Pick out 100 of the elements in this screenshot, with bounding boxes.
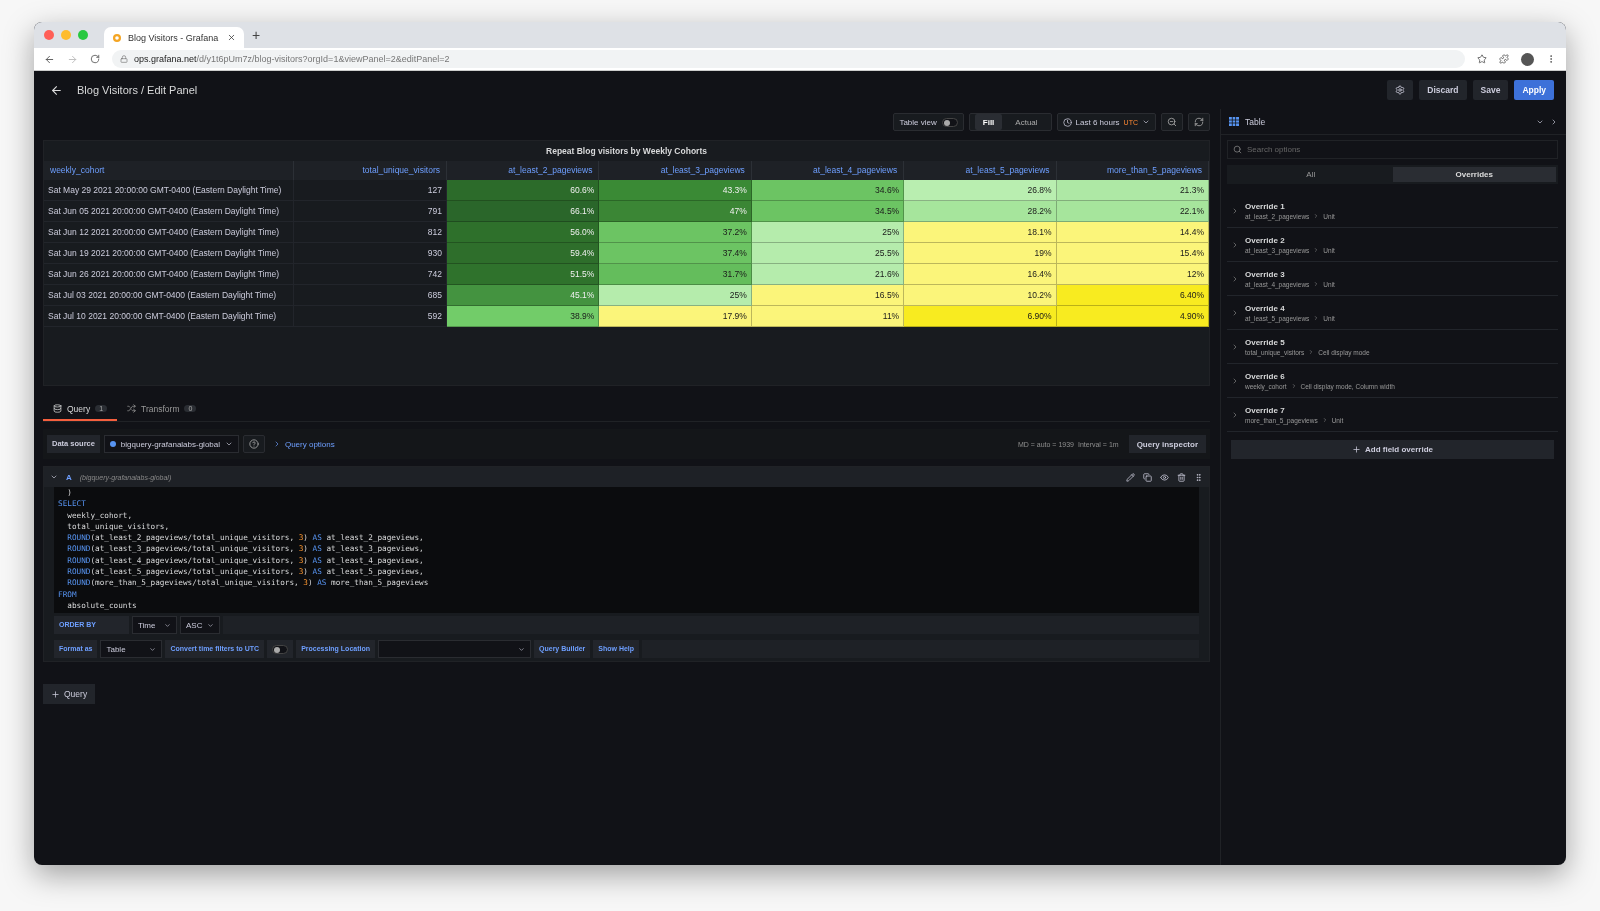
minimize-dot[interactable] (61, 30, 71, 40)
table-cell: Sat Jul 03 2021 20:00:00 GMT-0400 (Eastern Daylight Time) (44, 285, 294, 306)
table-cell: Sat May 29 2021 20:00:00 GMT-0400 (Eastern Daylight Time) (44, 180, 294, 201)
address-bar[interactable]: ops.grafana.net/d/y1t6pUm7z/blog-visitors?orgId=1&viewPanel=2&editPanel=2 (112, 50, 1465, 68)
back-icon[interactable] (44, 53, 55, 65)
copy-icon[interactable] (1143, 472, 1152, 482)
utc-toggle[interactable] (272, 644, 289, 654)
chevron-icon[interactable] (1550, 117, 1558, 126)
header-button[interactable]: Discard (1419, 80, 1467, 100)
mode-option[interactable]: Fill (974, 114, 1003, 130)
table-cell: 10.2% (904, 285, 1057, 306)
chevron-icon (1313, 315, 1320, 321)
table-cell: 16.4% (904, 264, 1057, 285)
caret-icon (224, 440, 233, 448)
transform-icon (127, 404, 137, 413)
table-cell: 17.9% (599, 306, 752, 327)
table-cell: 18.1% (904, 222, 1057, 243)
delete-icon[interactable] (1177, 472, 1186, 482)
new-tab-button[interactable]: + (252, 27, 261, 43)
close-icon[interactable] (227, 33, 236, 42)
visualization-picker[interactable]: Table (1221, 109, 1566, 135)
close-dot[interactable] (44, 30, 54, 40)
collapse-icon[interactable] (50, 473, 58, 481)
column-header[interactable]: more_than_5_pageviews (1056, 161, 1209, 180)
ref-letter[interactable]: A (66, 472, 72, 482)
table-cell: Sat Jun 19 2021 20:00:00 GMT-0400 (Eastern Daylight Time) (44, 243, 294, 264)
plus-icon (51, 689, 60, 699)
table-cell: 45.1% (447, 285, 600, 306)
extensions-icon[interactable] (1499, 54, 1509, 64)
table-cell: 26.8% (904, 180, 1057, 201)
table-cell: 47% (599, 201, 752, 222)
add-override-button[interactable]: Add field override (1231, 440, 1554, 459)
format-select[interactable]: Table (100, 640, 163, 659)
table-cell: 43.3% (599, 180, 752, 201)
query-options-button[interactable]: Query options (268, 439, 339, 449)
avatar[interactable] (1521, 52, 1534, 66)
caret-icon (164, 621, 171, 629)
table-cell: 21.6% (751, 264, 905, 285)
chevron-icon (1321, 417, 1328, 423)
search-icon (1233, 145, 1242, 154)
override-name: Override 6 (1245, 371, 1286, 381)
options-tab[interactable]: All (1229, 167, 1393, 182)
zoom-dot[interactable] (78, 30, 88, 40)
column-header[interactable]: at_least_4_pageviews (751, 161, 905, 180)
caret-icon (149, 645, 157, 653)
table-cell: 21.3% (1056, 180, 1209, 201)
column-header[interactable]: at_least_5_pageviews (904, 161, 1057, 180)
page-title: Blog Visitors / Edit Panel (77, 84, 199, 96)
override-name: Override 3 (1245, 269, 1286, 279)
table-cell: 31.7% (599, 264, 752, 285)
column-header[interactable]: weekly_cohort (44, 161, 294, 180)
table-cell: 37.2% (599, 222, 752, 243)
chevron-icon (1231, 342, 1239, 351)
star-icon[interactable] (1477, 54, 1487, 64)
column-header[interactable]: total_unique_visitors (294, 161, 447, 180)
add-query-button[interactable]: Query (43, 684, 96, 705)
chevron-icon (1313, 213, 1320, 219)
chevron-icon (1313, 281, 1320, 287)
table-cell: 14.4% (1056, 222, 1209, 243)
edit-icon[interactable] (1126, 472, 1135, 482)
eye-icon[interactable] (1160, 472, 1169, 482)
column-header[interactable]: at_least_2_pageviews (447, 161, 600, 180)
table-cell: 15.4% (1056, 243, 1209, 264)
chevron-icon (1231, 274, 1239, 283)
chevron-icon (1231, 308, 1239, 317)
query-inspector-button[interactable]: Query inspector (1128, 435, 1206, 453)
help-icon (248, 439, 259, 449)
chevron-icon (1313, 247, 1320, 253)
refresh-button[interactable] (1188, 113, 1210, 131)
datasource-select[interactable]: bigquery-grafanalabs-global (103, 435, 239, 453)
table-cell: 38.9% (447, 306, 600, 327)
browser-tab[interactable]: Blog Visitors - Grafana (104, 27, 244, 48)
drag-icon[interactable] (1194, 472, 1203, 482)
reload-icon[interactable] (90, 54, 100, 64)
override-name: Override 7 (1245, 405, 1286, 415)
table-cell: 6.40% (1056, 285, 1209, 306)
table-cell: 16.5% (751, 285, 905, 306)
search-field[interactable]: Search options (1227, 140, 1558, 159)
zoom-out-button[interactable] (1161, 113, 1183, 131)
column-header[interactable]: at_least_3_pageviews (599, 161, 752, 180)
chevron-icon (1231, 410, 1239, 419)
back-icon[interactable] (50, 83, 63, 97)
table-cell: 51.5% (447, 264, 600, 285)
chevron-icon (1231, 206, 1239, 215)
table-cell: 60.6% (447, 180, 600, 201)
table-view-toggle[interactable]: Table view (893, 113, 964, 131)
code-editor[interactable] (54, 487, 1199, 614)
order-select[interactable]: Time (132, 616, 177, 635)
help-button[interactable] (242, 435, 265, 453)
order-select[interactable]: ASC (180, 616, 220, 635)
url-text: ops.grafana.net/d/y1t6pUm7z/blog-visitors?orgId=1&viewPanel=2&editPanel=2 (134, 54, 450, 64)
table-cell: 11% (751, 306, 905, 327)
header-button[interactable]: Save (1472, 80, 1509, 100)
mode-option[interactable]: Actual (1007, 114, 1046, 130)
apply-button[interactable]: Apply (1514, 80, 1554, 100)
options-tab[interactable]: Overrides (1392, 167, 1556, 182)
table-cell: 59.4% (447, 243, 600, 264)
table-cell: 4.90% (1056, 306, 1209, 327)
settings-button[interactable] (1387, 80, 1414, 100)
table-cell: 66.1% (447, 201, 600, 222)
